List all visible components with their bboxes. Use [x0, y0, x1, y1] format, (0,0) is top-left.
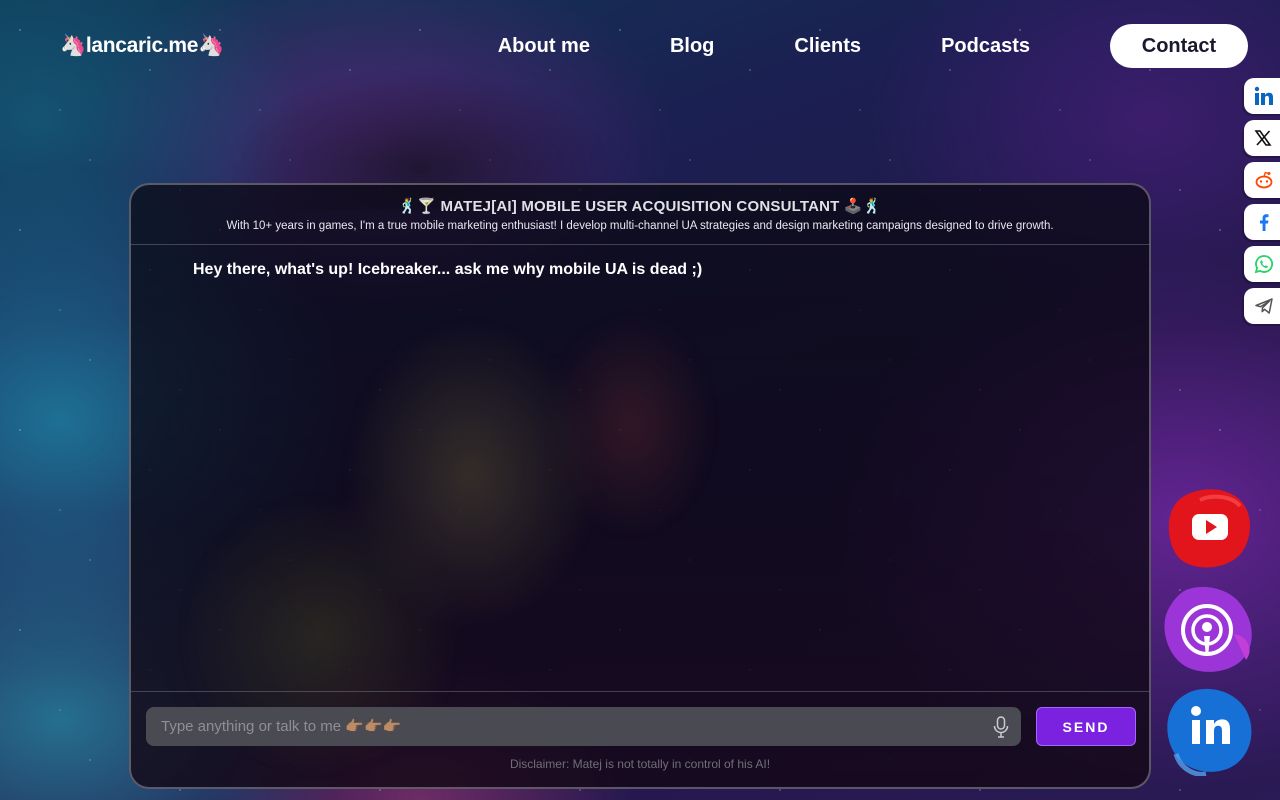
x-icon [1254, 130, 1272, 146]
telegram-icon [1255, 298, 1273, 314]
nav-podcasts[interactable]: Podcasts [941, 35, 1030, 58]
youtube-icon [1168, 489, 1250, 568]
nav-blog[interactable]: Blog [670, 35, 714, 58]
message-input[interactable] [146, 718, 981, 735]
facebook-icon [1260, 214, 1269, 231]
chat-subtitle: With 10+ years in games, I'm a true mobi… [226, 220, 1054, 232]
nav-clients[interactable]: Clients [794, 35, 861, 58]
disclaimer-text: Disclaimer: Matej is not totally in cont… [509, 757, 771, 771]
share-facebook-button[interactable] [1244, 204, 1280, 240]
chat-header: 🕺🍸 MATEJ[AI] MOBILE USER ACQUISITION CON… [131, 185, 1149, 245]
share-rail [1244, 78, 1280, 324]
share-whatsapp-button[interactable] [1244, 246, 1280, 282]
whatsapp-icon [1254, 255, 1273, 274]
send-button[interactable]: SEND [1036, 707, 1136, 746]
linkedin-profile-button[interactable] [1164, 684, 1256, 780]
chat-messages[interactable]: Hey there, what's up! Icebreaker... ask … [131, 245, 1149, 695]
share-reddit-button[interactable] [1244, 162, 1280, 198]
contact-button[interactable]: Contact [1110, 24, 1248, 68]
site-header: 🦄lancaric.me🦄 About me Blog Clients Podc… [0, 0, 1280, 92]
podcast-icon [1164, 586, 1252, 672]
share-x-button[interactable] [1244, 120, 1280, 156]
site-logo[interactable]: 🦄lancaric.me🦄 [60, 34, 224, 58]
podcast-button[interactable] [1162, 584, 1256, 680]
chat-title: 🕺🍸 MATEJ[AI] MOBILE USER ACQUISITION CON… [398, 198, 882, 215]
main-nav: About me Blog Clients Podcasts Contact [498, 24, 1248, 68]
youtube-channel-button[interactable] [1166, 486, 1254, 576]
bot-message: Hey there, what's up! Icebreaker... ask … [193, 261, 703, 278]
ai-chat-panel: 🕺🍸 MATEJ[AI] MOBILE USER ACQUISITION CON… [129, 183, 1151, 789]
nav-about-me[interactable]: About me [498, 35, 590, 58]
chat-composer: SEND Disclaimer: Matej is not totally in… [131, 691, 1149, 787]
share-linkedin-button[interactable] [1244, 78, 1280, 114]
message-input-wrapper [146, 707, 1021, 746]
linkedin-icon [1254, 86, 1273, 105]
linkedin-icon [1167, 688, 1252, 777]
reddit-icon [1255, 171, 1273, 189]
share-telegram-button[interactable] [1244, 288, 1280, 324]
microphone-icon[interactable] [981, 715, 1021, 738]
